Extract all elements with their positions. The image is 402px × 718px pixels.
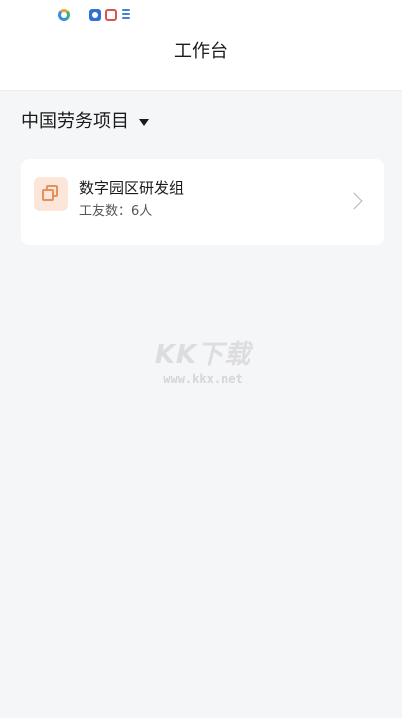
chevron-right-icon: [345, 192, 363, 210]
caret-down-icon: [139, 119, 149, 126]
status-bar: [0, 0, 402, 28]
project-selector[interactable]: 中国劳务项目: [21, 108, 149, 136]
team-name: 数字园区研发组: [79, 179, 185, 197]
team-icon: [34, 177, 68, 211]
header: 工作台: [0, 28, 402, 91]
app-square-icon: [105, 9, 117, 21]
page-title: 工作台: [174, 41, 228, 62]
worker-count-value: 6人: [131, 204, 153, 219]
app-stack-icon: [121, 9, 131, 21]
watermark-url: www.kkx.net: [163, 372, 243, 386]
watermark: KK下载 www.kkx.net: [143, 334, 263, 394]
app-shield-icon: [89, 9, 101, 21]
worker-count: 工友数： 6人: [79, 203, 152, 221]
project-name: 中国劳务项目: [21, 111, 129, 132]
worker-count-label: 工友数：: [79, 204, 132, 219]
team-card[interactable]: 数字园区研发组 工友数： 6人: [21, 159, 384, 245]
app-circle-icon: [58, 9, 70, 21]
watermark-logo: KK下载: [154, 340, 252, 370]
